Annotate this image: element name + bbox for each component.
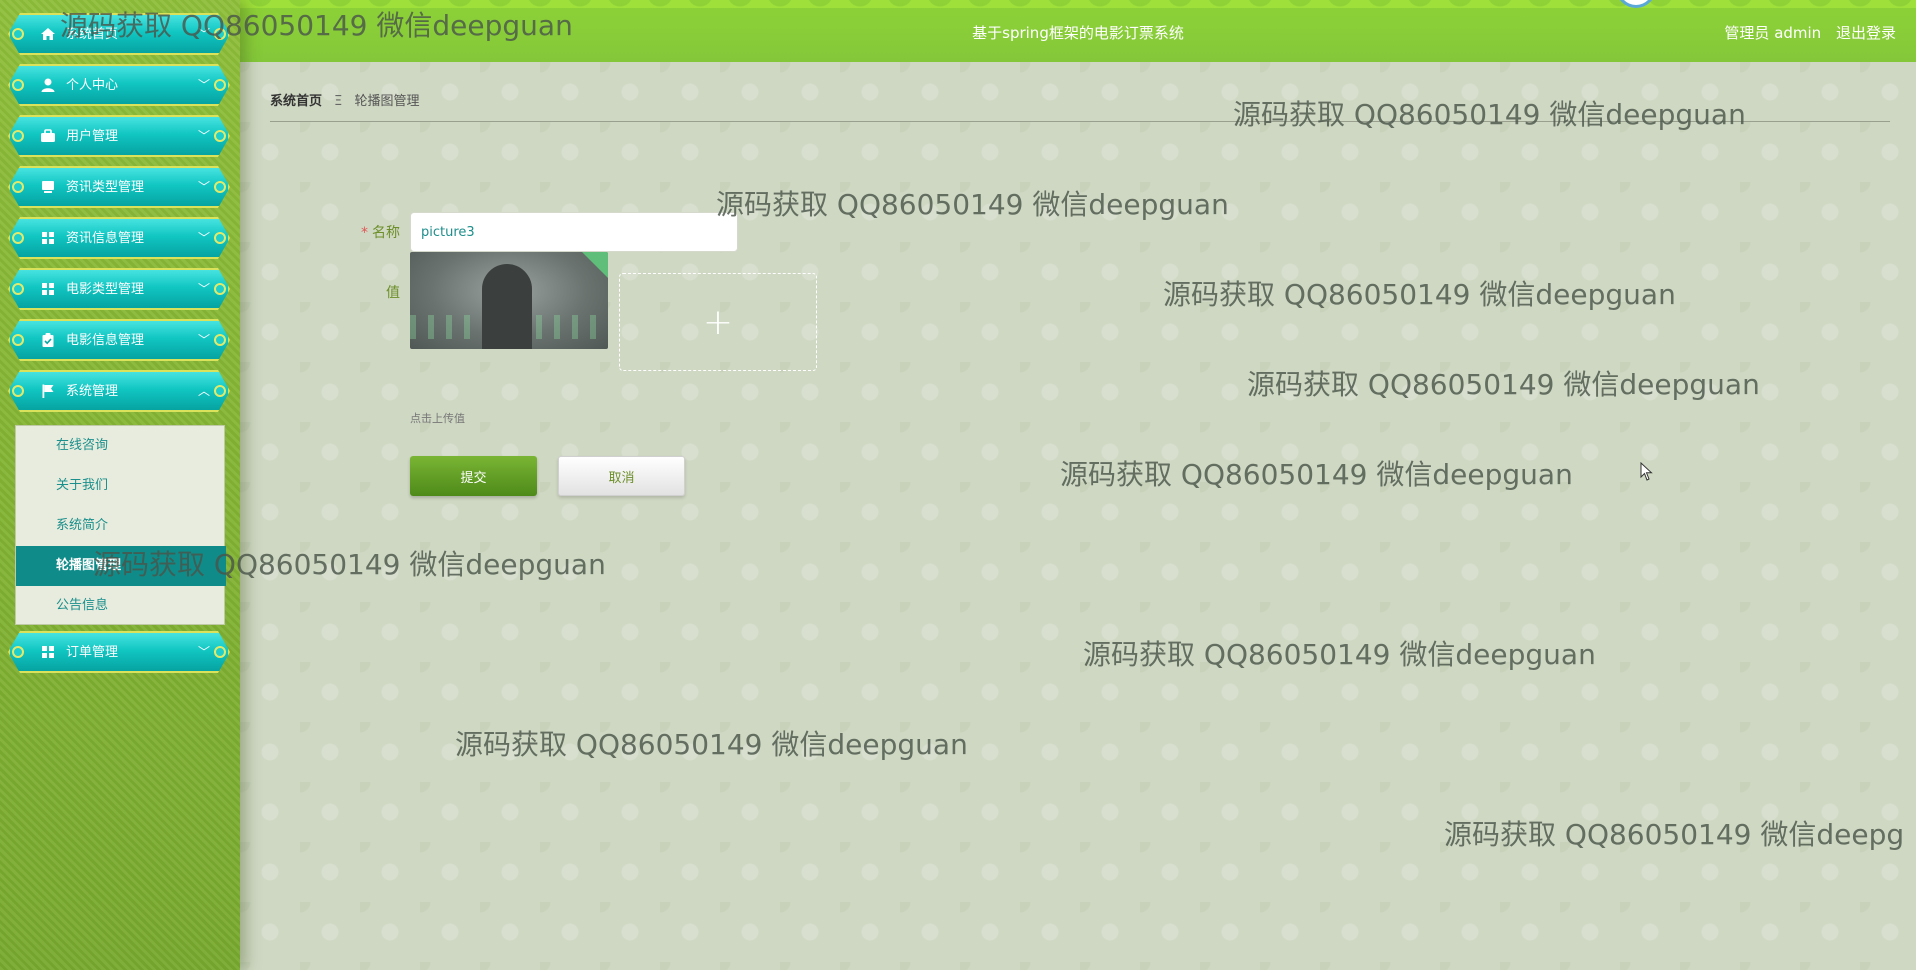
menu-ornament: [214, 385, 226, 397]
main-content: 系统首页 Ξ 轮播图管理 *名称 值 + 点击上传值 提交 取消: [240, 62, 1916, 970]
submenu-item-about-us[interactable]: 关于我们: [16, 466, 226, 506]
menu-item-user-management[interactable]: 用户管理 ﹀: [8, 115, 230, 157]
submenu-item-system-intro[interactable]: 系统简介: [16, 506, 226, 546]
menu-label: 电影信息管理: [66, 333, 145, 348]
menu-ornament: [214, 334, 226, 346]
user-icon: [40, 77, 56, 93]
breadcrumb-divider: [270, 121, 1890, 122]
name-input[interactable]: [410, 212, 738, 252]
menu-ornament: [12, 181, 24, 193]
chevron-down-icon: ﹀: [197, 180, 210, 194]
chevron-down-icon: ﹀: [197, 333, 210, 347]
menu-label: 个人中心: [66, 78, 119, 93]
briefcase-icon: [40, 128, 56, 144]
chevron-up-icon: ︿: [197, 384, 210, 398]
top-header: 基于spring框架的电影订票系统 管理员 admin 退出登录: [240, 0, 1916, 62]
menu-ornament: [12, 232, 24, 244]
value-field-label: 值: [386, 285, 400, 301]
chevron-down-icon: ﹀: [197, 282, 210, 296]
menu-ornament: [12, 334, 24, 346]
cancel-button[interactable]: 取消: [558, 456, 685, 496]
chevron-down-icon: ﹀: [197, 78, 210, 92]
image-upload-box[interactable]: +: [619, 273, 817, 371]
grid-icon: [40, 644, 56, 660]
name-field-label: * 名称: [310, 222, 400, 242]
menu-item-movie-info-management[interactable]: 电影信息管理 ﹀: [8, 319, 230, 361]
breadcrumb-separator: Ξ: [334, 94, 343, 109]
grid-icon: [40, 281, 56, 297]
menu-label: 用户管理: [66, 129, 119, 144]
menu-ornament: [214, 232, 226, 244]
menu-item-movie-type-management[interactable]: 电影类型管理 ﹀: [8, 268, 230, 310]
chevron-down-icon: ﹀: [197, 27, 210, 41]
menu-item-personal-center[interactable]: 个人中心 ﹀: [8, 64, 230, 106]
menu-label: 资讯类型管理: [66, 180, 145, 195]
menu-ornament: [214, 28, 226, 40]
chevron-down-icon: ﹀: [197, 129, 210, 143]
submenu-item-online-consult[interactable]: 在线咨询: [16, 426, 226, 466]
logout-link[interactable]: 退出登录: [1836, 24, 1896, 42]
plus-icon: +: [702, 301, 734, 343]
menu-item-system-management[interactable]: 系统管理 ︿: [8, 370, 230, 412]
submit-button[interactable]: 提交: [410, 456, 537, 496]
breadcrumb: 系统首页 Ξ 轮播图管理: [270, 90, 420, 109]
menu-ornament: [214, 646, 226, 658]
name-label-text: 名称: [372, 225, 400, 241]
menu-label: 订单管理: [66, 645, 119, 660]
site-title: 基于spring框架的电影订票系统: [972, 24, 1184, 42]
system-submenu: 在线咨询 关于我们 系统简介 轮播图管理 公告信息: [15, 425, 226, 626]
sidebar: 系统首页 ﹀ 个人中心 ﹀ 用户管理 ﹀ 资讯类型管理 ﹀ 资讯信息管理 ﹀ 电…: [0, 0, 240, 970]
submenu-item-carousel-management[interactable]: 轮播图管理: [16, 546, 226, 586]
grid-icon: [40, 230, 56, 246]
menu-item-home[interactable]: 系统首页 ﹀: [8, 13, 230, 55]
header-wave-decoration: [240, 0, 1916, 8]
menu-ornament: [12, 385, 24, 397]
menu-label: 系统首页: [66, 27, 119, 42]
menu-ornament: [12, 130, 24, 142]
chevron-down-icon: ﹀: [197, 645, 210, 659]
uploaded-image-preview[interactable]: [410, 252, 608, 349]
menu-ornament: [214, 283, 226, 295]
clipboard-icon: [40, 332, 56, 348]
menu-ornament: [214, 79, 226, 91]
menu-item-order-management[interactable]: 订单管理 ﹀: [8, 631, 230, 673]
menu-ornament: [12, 646, 24, 658]
menu-label: 电影类型管理: [66, 282, 145, 297]
menu-ornament: [12, 79, 24, 91]
required-mark: *: [361, 225, 368, 241]
menu-label: 系统管理: [66, 384, 119, 399]
home-icon: [40, 26, 56, 42]
mouse-cursor-icon: [1640, 462, 1653, 481]
flag-icon: [40, 383, 56, 399]
menu-ornament: [214, 130, 226, 142]
breadcrumb-home[interactable]: 系统首页: [270, 94, 322, 109]
chevron-down-icon: ﹀: [197, 231, 210, 245]
menu-item-news-info-management[interactable]: 资讯信息管理 ﹀: [8, 217, 230, 259]
menu-label: 资讯信息管理: [66, 231, 145, 246]
menu-item-news-type-management[interactable]: 资讯类型管理 ﹀: [8, 166, 230, 208]
preview-corner-badge: [582, 252, 608, 278]
current-user-label: 管理员 admin: [1724, 24, 1822, 42]
menu-ornament: [12, 28, 24, 40]
submenu-item-announcements[interactable]: 公告信息: [16, 586, 226, 626]
menu-ornament: [12, 283, 24, 295]
monitor-icon: [40, 179, 56, 195]
menu-ornament: [214, 181, 226, 193]
breadcrumb-current: 轮播图管理: [354, 94, 420, 109]
preview-figure: [482, 264, 532, 349]
user-area: 管理员 admin 退出登录: [1714, 22, 1896, 43]
upload-hint: 点击上传值: [410, 412, 465, 425]
